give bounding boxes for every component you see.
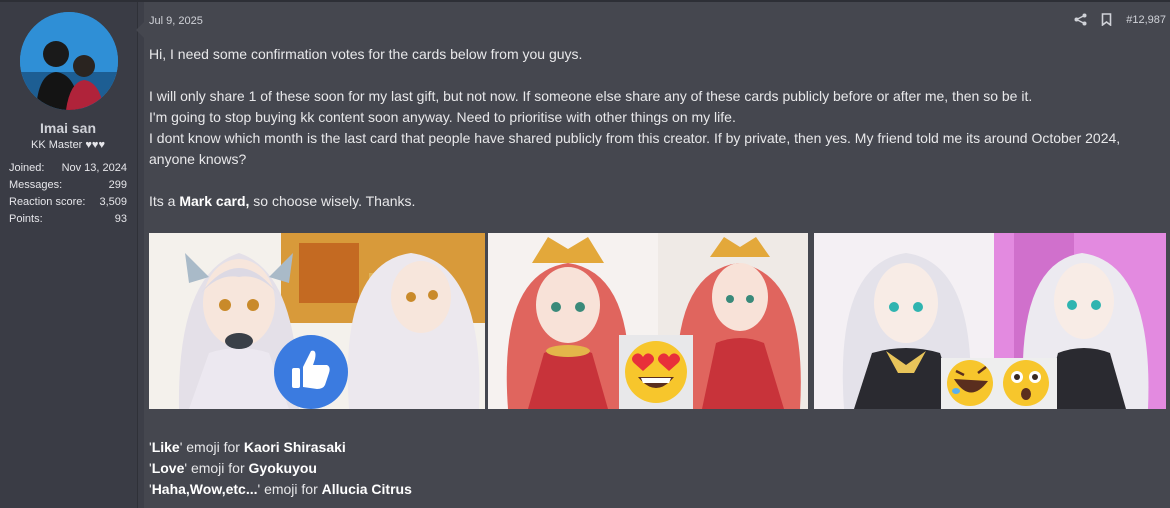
post-number[interactable]: #12,987	[1126, 14, 1166, 26]
share-icon[interactable]	[1074, 13, 1087, 26]
sidebar-arrow	[136, 22, 144, 38]
card-name: Gyokuyou	[248, 460, 317, 476]
card-image-kaori-shirasaki[interactable]	[149, 233, 485, 409]
card-image-gyokuyou[interactable]	[488, 233, 808, 409]
avatar[interactable]	[20, 12, 118, 110]
stat-value: 3,509	[99, 196, 127, 208]
message-line: I'm going to stop buying kk content soon…	[149, 109, 736, 125]
user-title: KK Master ♥♥♥	[31, 139, 105, 151]
message-line: I dont know which month is the last card…	[149, 130, 1121, 167]
message-line: Its a Mark card, so choose wisely. Thank…	[149, 193, 416, 209]
stat-label: Reaction score:	[9, 196, 86, 208]
stat-label: Points:	[9, 213, 43, 225]
card-images	[149, 233, 1166, 409]
stat-label: Joined:	[9, 162, 45, 174]
card-name: Kaori Shirasaki	[243, 439, 346, 455]
caption-list: 'Like' emoji for Kaori Shirasaki 'Love' …	[149, 437, 412, 500]
mark-card-bold: Mark card,	[179, 193, 250, 209]
card-image-allucia-citrus[interactable]	[814, 233, 1166, 409]
stat-points: Points: 93	[9, 211, 127, 228]
emoji-label: Like	[151, 439, 180, 455]
message-text: Hi, I need some confirmation votes for t…	[149, 44, 1164, 212]
caption-line: 'Haha,Wow,etc...' emoji for Allucia Citr…	[149, 481, 412, 497]
stat-value[interactable]: 93	[115, 211, 127, 228]
message-line: I will only share 1 of these soon for my…	[149, 88, 1033, 104]
caption-line: 'Like' emoji for Kaori Shirasaki	[149, 439, 346, 455]
message-line: Hi, I need some confirmation votes for t…	[149, 46, 583, 62]
stat-value[interactable]: 299	[109, 177, 127, 194]
stat-reaction-score: Reaction score: 3,509	[9, 194, 127, 211]
stat-messages: Messages: 299	[9, 177, 127, 194]
user-sidebar: Imai san KK Master ♥♥♥ Joined: Nov 13, 2…	[0, 2, 138, 508]
stat-value: Nov 13, 2024	[61, 162, 127, 174]
caption-line: 'Love' emoji for Gyokuyou	[149, 460, 317, 476]
stat-joined: Joined: Nov 13, 2024	[9, 160, 127, 177]
post-body: Jul 9, 2025 #12,987 Hi, I need some conf…	[144, 2, 1170, 508]
emoji-label: Love	[151, 460, 185, 476]
post-date[interactable]: Jul 9, 2025	[149, 15, 203, 27]
card-name: Allucia Citrus	[321, 481, 412, 497]
stat-label: Messages:	[9, 179, 63, 191]
username[interactable]: Imai san	[0, 120, 136, 136]
emoji-label: Haha,Wow,etc...	[151, 481, 258, 497]
post-tools: #12,987	[1074, 13, 1166, 26]
user-stats: Joined: Nov 13, 2024 Messages: 299 React…	[9, 160, 127, 228]
bookmark-icon[interactable]	[1101, 13, 1112, 26]
